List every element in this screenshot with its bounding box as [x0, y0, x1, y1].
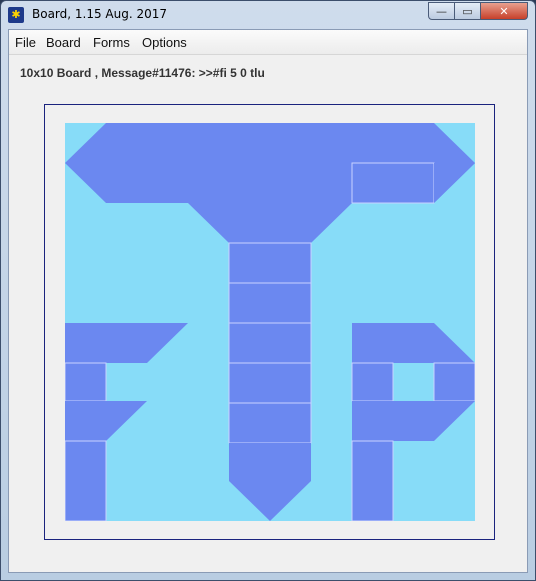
minimize-button[interactable]: — — [428, 2, 455, 20]
app-icon: ✱ — [8, 7, 24, 23]
t-stem-seg[interactable] — [228, 322, 312, 364]
app-window: ✱ Board, 1.15 Aug. 2017 — ▭ ✕ File Board… — [0, 0, 536, 581]
close-button[interactable]: ✕ — [480, 2, 528, 20]
t-top-bar-lower[interactable] — [65, 163, 352, 203]
p-right-cell[interactable] — [433, 362, 475, 402]
menu-file[interactable]: File — [15, 35, 36, 50]
p-stem-cell[interactable] — [351, 440, 394, 521]
board-frame — [44, 104, 495, 540]
title-bar[interactable]: ✱ Board, 1.15 Aug. 2017 — ▭ ✕ — [1, 1, 535, 28]
board-message: 10x10 Board , Message#11476: >>#fi 5 0 t… — [20, 66, 265, 80]
t-stem-seg[interactable] — [228, 362, 312, 404]
board-grid[interactable] — [65, 123, 475, 521]
f-stem-cell[interactable] — [65, 440, 107, 521]
window-title: Board, 1.15 Aug. 2017 — [32, 7, 168, 21]
menu-board[interactable]: Board — [46, 35, 81, 50]
menu-forms[interactable]: Forms — [93, 35, 130, 50]
t-stem-seg[interactable] — [228, 282, 312, 324]
menu-options[interactable]: Options — [142, 35, 187, 50]
client-area: File Board Forms Options 10x10 Board , M… — [8, 29, 528, 573]
t-stem-seg[interactable] — [228, 402, 312, 444]
t-top-bar-right-cell[interactable] — [351, 162, 435, 204]
maximize-button[interactable]: ▭ — [454, 2, 481, 20]
t-stem-seg[interactable] — [228, 242, 312, 284]
p-left-cell[interactable] — [351, 362, 394, 402]
menu-bar: File Board Forms Options — [9, 30, 527, 55]
f-stem-cell[interactable] — [65, 362, 107, 402]
